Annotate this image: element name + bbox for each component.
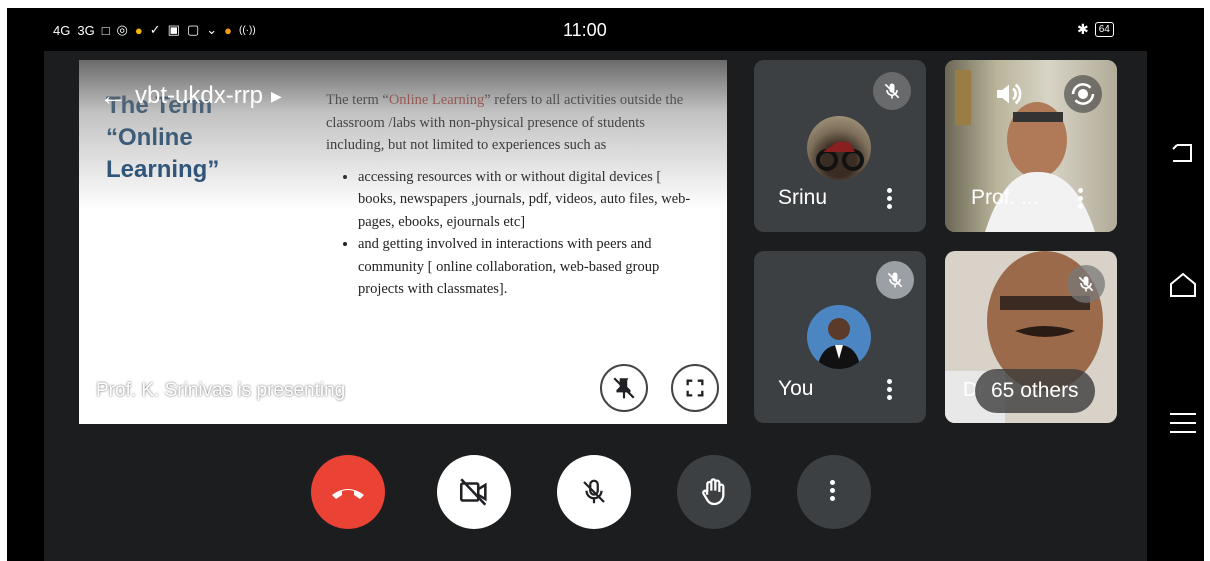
slide-highlight: Online Learning	[388, 92, 485, 108]
check-icon: ✓	[149, 22, 161, 37]
fullscreen-icon	[686, 379, 704, 397]
slide-body: The term “Online Learning” refers to all…	[326, 89, 696, 301]
slide-bullet: accessing resources with or without digi…	[358, 166, 696, 234]
status-clock: 11:00	[563, 20, 607, 40]
signal-4g-icon: 4G	[53, 22, 71, 38]
camera-off-icon	[459, 478, 487, 506]
participant-tile-others[interactable]: Dr 65 others	[945, 251, 1117, 423]
battery-indicator: 64	[1094, 22, 1114, 37]
mic-toggle-button[interactable]	[557, 455, 631, 529]
others-count-pill[interactable]: 65 others	[975, 369, 1095, 413]
slide-intro: The term “Online Learning” refers to all…	[326, 89, 696, 157]
status-icons: 4G 3G □ ◎ ● ✓ ▣ ▢ ⌄ ● ((·))	[53, 22, 256, 38]
record-icon: ●	[224, 22, 233, 38]
mic-off-icon	[583, 479, 605, 504]
participant-name: Prof. ...	[971, 186, 1039, 209]
meeting-header[interactable]: ← vbt-ukdx-rrp ▶	[99, 80, 282, 112]
participant-name: You	[778, 377, 814, 400]
muted-mic-icon	[876, 261, 914, 299]
presentation-view[interactable]: The Term “Online Learning” The term “Onl…	[79, 60, 727, 424]
avatar	[807, 116, 871, 180]
android-nav-bar	[1147, 51, 1204, 561]
more-options-button[interactable]	[797, 455, 871, 529]
raise-hand-button[interactable]	[677, 455, 751, 529]
more-vert-icon	[830, 480, 838, 504]
muted-mic-icon	[1067, 265, 1105, 303]
whatsapp-icon: ◎	[116, 22, 128, 37]
storage-icon: ▢	[186, 22, 200, 37]
participant-tile-srinu[interactable]: Srinu	[754, 60, 926, 232]
more-options-icon[interactable]	[1078, 188, 1086, 212]
notification-icon: □	[101, 22, 110, 38]
bluetooth-icon: ✱	[1077, 21, 1089, 37]
chevron-right-icon[interactable]: ▶	[271, 88, 282, 105]
fullscreen-button[interactable]	[671, 364, 719, 412]
avatar	[807, 305, 871, 369]
more-options-icon[interactable]	[887, 379, 895, 403]
switch-camera-icon[interactable]	[1064, 75, 1102, 113]
slide-bullet: and getting involved in interactions wit…	[358, 233, 696, 301]
menu-nav-icon[interactable]	[1169, 411, 1197, 435]
end-call-button[interactable]	[311, 455, 385, 529]
status-right: ✱ 64	[1077, 21, 1114, 38]
participant-name: Srinu	[778, 186, 828, 209]
wave-icon: ⌄	[206, 22, 218, 37]
unpin-button[interactable]	[600, 364, 648, 412]
hand-icon	[702, 478, 725, 506]
camera-toggle-button[interactable]	[437, 455, 511, 529]
presenting-label: Prof. K. Srinivas is presenting	[96, 380, 346, 401]
hotspot-icon: ((·))	[239, 24, 256, 36]
signal-3g-icon: 3G	[77, 22, 95, 38]
participant-tile-prof[interactable]: Prof. ...	[945, 60, 1117, 232]
speaker-icon[interactable]	[993, 78, 1025, 115]
home-nav-icon[interactable]	[1169, 272, 1197, 298]
back-arrow-icon[interactable]: ←	[99, 80, 127, 112]
end-call-icon	[332, 489, 364, 499]
participant-tile-you[interactable]: You	[754, 251, 926, 423]
unpin-icon	[613, 377, 635, 399]
muted-mic-icon	[873, 72, 911, 110]
back-nav-icon[interactable]	[1169, 141, 1195, 165]
more-options-icon[interactable]	[887, 188, 895, 212]
app-icon: ●	[134, 22, 143, 38]
meeting-code: vbt-ukdx-rrp	[135, 82, 264, 109]
phone-screen: 4G 3G □ ◎ ● ✓ ▣ ▢ ⌄ ● ((·)) 11:00 ✱ 64 T…	[7, 8, 1204, 561]
slide-bullets: accessing resources with or without digi…	[326, 166, 696, 301]
gallery-icon: ▣	[167, 22, 180, 37]
slide-intro-text: The term “	[326, 92, 389, 108]
